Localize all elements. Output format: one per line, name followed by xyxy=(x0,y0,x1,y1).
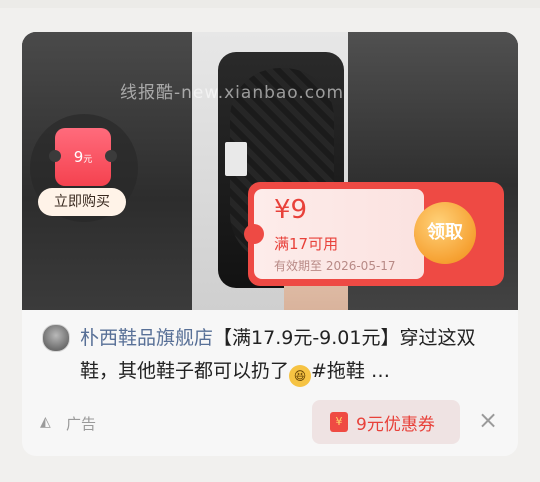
coupon-card[interactable]: ¥9 满17可用 有效期至 2026-05-17 领取 xyxy=(244,182,504,286)
red-envelope-icon: ¥ xyxy=(330,412,348,432)
ad-label: 广告 xyxy=(66,415,97,433)
ad-title[interactable]: 朴西鞋品旗舰店【满17.9元-9.01元】穿过这双鞋，其他鞋子都可以扔了 😆 #拖鞋… xyxy=(80,322,498,388)
buy-now-button[interactable]: 立即购买 xyxy=(38,188,126,216)
ad-mark-icon: ◭ xyxy=(40,414,51,430)
top-band xyxy=(0,0,540,8)
coupon-condition: 满17可用 xyxy=(274,235,339,253)
claim-button[interactable]: 领取 xyxy=(414,202,476,264)
product-tag xyxy=(225,142,247,176)
ad-card[interactable]: 线报酷-new.xianbao.com 9元 立即购买 ¥9 满17可用 有效期… xyxy=(22,32,518,456)
store-avatar[interactable] xyxy=(42,324,70,352)
coupon-button-label: 9元优惠券 xyxy=(356,415,435,435)
mini-coupon-value: 9元 xyxy=(73,148,93,166)
store-name[interactable]: 朴西鞋品旗舰店 xyxy=(80,327,213,349)
coupon-button[interactable]: ¥ 9元优惠券 xyxy=(312,400,460,444)
mini-coupon-icon[interactable]: 9元 xyxy=(49,128,117,186)
hashtag-text: #拖鞋 … xyxy=(311,360,390,382)
close-icon[interactable]: × xyxy=(477,408,499,432)
coupon-amount: ¥9 xyxy=(274,195,308,225)
coupon-body: ¥9 满17可用 有效期至 2026-05-17 xyxy=(244,189,434,279)
ad-media[interactable]: 线报酷-new.xianbao.com 9元 立即购买 ¥9 满17可用 有效期… xyxy=(22,32,518,310)
laughing-emoji-icon: 😆 xyxy=(289,365,312,387)
watermark-text: 线报酷-new.xianbao.com xyxy=(120,83,345,103)
coupon-expiry: 有效期至 2026-05-17 xyxy=(274,259,396,273)
